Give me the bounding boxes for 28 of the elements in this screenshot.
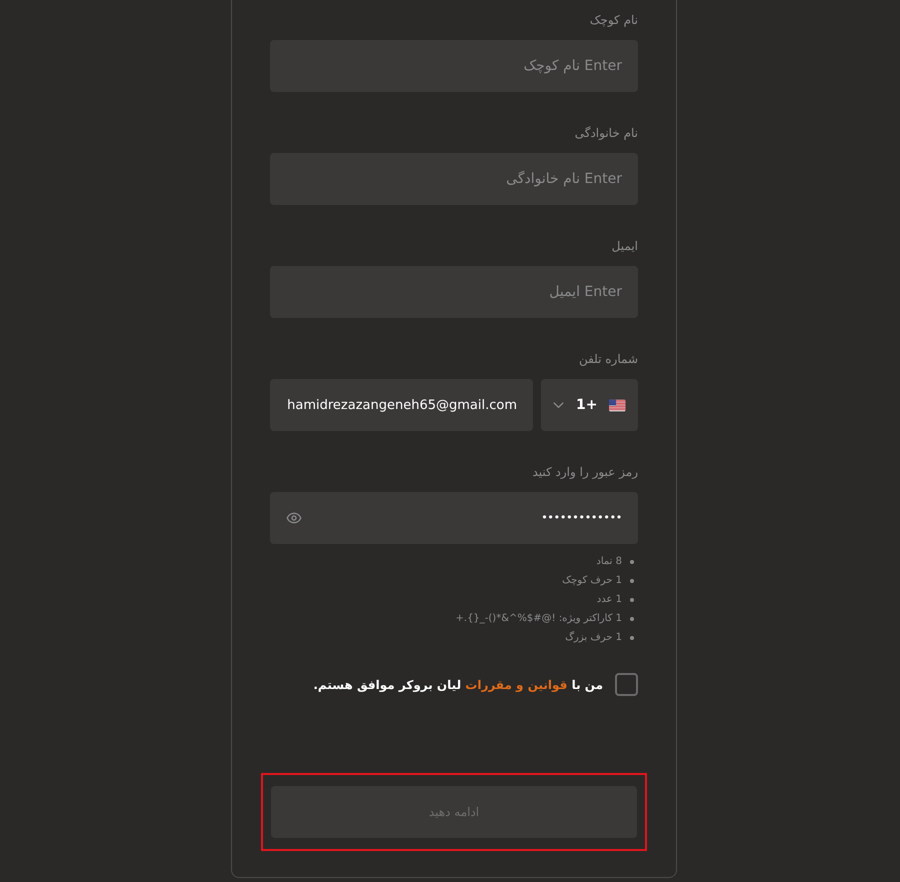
field-label: رمز عبور را وارد کنید [532,464,638,480]
bullet-icon [630,616,634,620]
input-field[interactable]: hamidrezazangeneh65@gmail.com [270,379,533,431]
flag-icon [609,398,626,412]
input-field[interactable]: Enter نام کوچک [270,40,638,92]
field-label: نام خانوادگی [574,125,638,141]
requirement-text: 1 عدد [596,593,622,607]
checkbox[interactable] [615,673,638,696]
field-label: ایمیل [612,238,638,254]
field-label: نام کوچک [590,12,638,28]
field-label: شماره تلفن [578,351,638,367]
chevron-down-icon [553,401,564,409]
country-code: 1+ [576,396,598,414]
requirement-text: 1 حرف کوچک [562,574,622,588]
requirement-text: 1 حرف بزرگ [565,630,622,645]
bullet-icon [630,636,634,640]
input-field[interactable]: Enter ایمیل [270,266,638,318]
requirement-text: 8 نماد [596,555,622,569]
password-field[interactable]: ••••••••••••• [270,492,638,544]
eye-icon [286,510,302,526]
password-value: ••••••••••••• [541,510,622,526]
bullet-icon [630,560,634,564]
country-select[interactable]: 1+ [541,379,638,431]
requirement-text: 1 کاراکتر ویژه: !@#$%^&*()-_{}.+ [456,612,622,626]
bullet-icon [630,578,634,582]
bullet-icon [630,598,634,602]
agreement-text: من با قوانین و مقررات لیان بروکر موافق هستم. [313,676,603,694]
terms-link[interactable]: قوانین و مقررات [465,678,568,692]
